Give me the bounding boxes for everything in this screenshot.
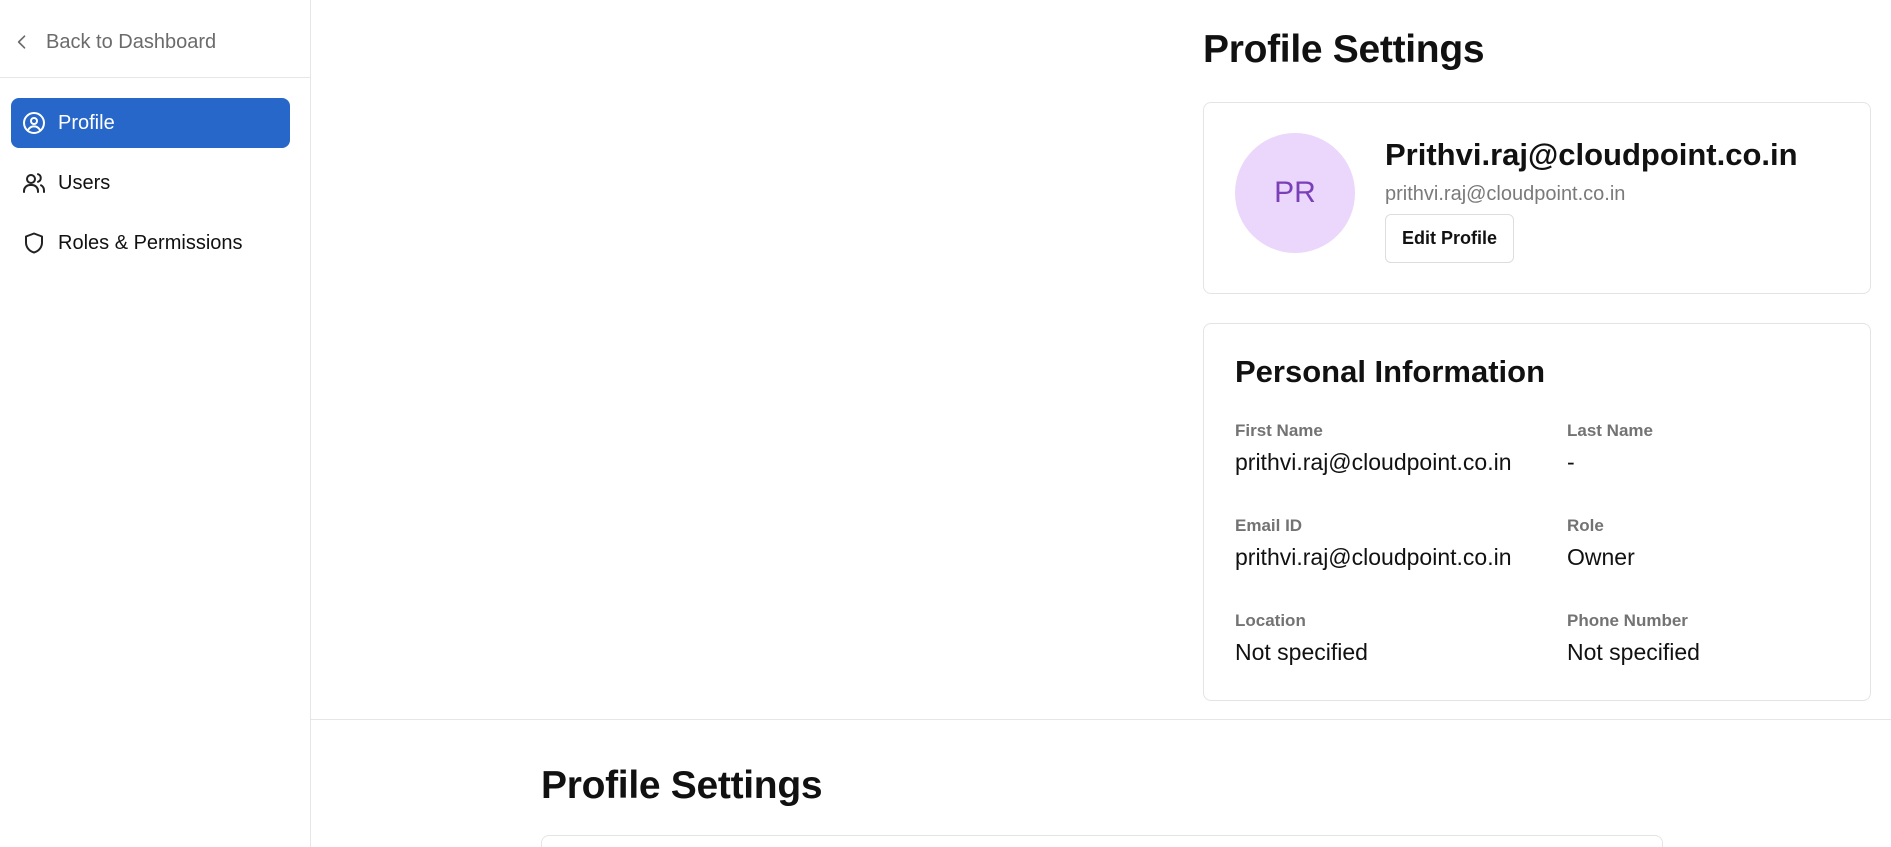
field-value: Not specified [1235,639,1368,665]
profile-name: Prithvi.raj@cloudpoint.co.in [1385,137,1798,172]
edit-profile-button[interactable]: Edit Profile [1385,214,1514,263]
back-to-dashboard-link[interactable]: Back to Dashboard [12,24,216,60]
sidebar-nav: Profile Users Roles & Permissions [11,98,290,268]
phone-number-field: Phone Number Not specified [1567,611,1700,666]
chevron-left-icon [17,35,26,49]
main-content: Profile Settings PR Prithvi.raj@cloudpoi… [311,0,1891,720]
sidebar-item-users[interactable]: Users [11,158,290,208]
field-value: prithvi.raj@cloudpoint.co.in [1235,544,1512,570]
sidebar-item-label: Users [58,171,111,194]
sidebar-item-roles-permissions[interactable]: Roles & Permissions [11,218,290,268]
app-root: Back to Dashboard Profile Users Roles & … [0,0,1891,847]
field-label: First Name [1235,421,1323,440]
field-label: Last Name [1567,421,1653,440]
field-value: - [1567,449,1575,475]
page-title: Profile Settings [1203,28,1485,71]
users-icon [23,173,46,193]
sidebar-item-label: Roles & Permissions [58,231,243,254]
section-title: Personal Information [1235,354,1546,389]
last-name-field: Last Name - [1567,421,1653,476]
field-value: Owner [1567,544,1635,570]
field-value: Not specified [1567,639,1700,665]
profile-email: prithvi.raj@cloudpoint.co.in [1385,183,1626,205]
field-label: Phone Number [1567,611,1688,630]
email-id-field: Email ID prithvi.raj@cloudpoint.co.in [1235,516,1511,571]
lower-profile-settings: Profile Settings [311,721,1891,847]
sidebar-divider [0,77,311,78]
role-field: Role Owner [1567,516,1635,571]
shield-icon [25,232,43,254]
field-label: Role [1567,516,1604,535]
field-label: Email ID [1235,516,1303,535]
profile-card [541,835,1663,847]
sidebar-item-label: Profile [58,111,115,134]
avatar: PR [1235,133,1355,253]
first-name-field: First Name prithvi.raj@cloudpoint.co.in [1235,421,1511,476]
user-circle-icon [23,112,45,134]
sidebar: Back to Dashboard Profile Users Roles & … [0,0,311,847]
back-link-label: Back to Dashboard [46,30,217,53]
sidebar-item-profile[interactable]: Profile [11,98,290,148]
personal-information-card: Personal Information First Name prithvi.… [1203,323,1871,701]
profile-card: PR Prithvi.raj@cloudpoint.co.in prithvi.… [1203,102,1871,294]
field-label: Location [1235,611,1306,630]
field-value: prithvi.raj@cloudpoint.co.in [1235,449,1512,475]
page-title: Profile Settings [541,764,823,807]
location-field: Location Not specified [1235,611,1368,666]
